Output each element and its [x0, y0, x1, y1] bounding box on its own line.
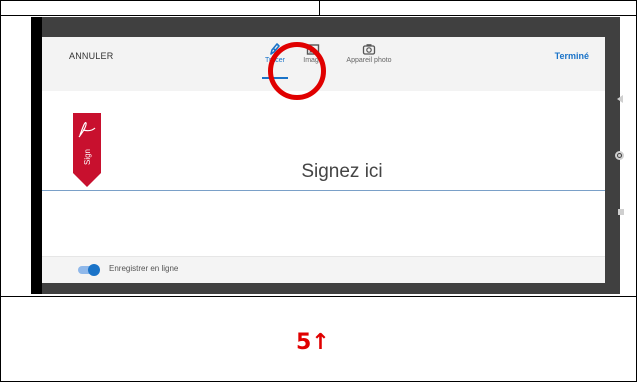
table-divider	[1, 296, 636, 297]
table-cell	[1, 1, 320, 16]
back-icon[interactable]	[617, 95, 623, 103]
recent-apps-icon[interactable]	[618, 209, 624, 215]
save-online-label: Enregistrer en ligne	[109, 264, 179, 273]
tab-camera[interactable]: Appareil photo	[335, 41, 403, 83]
save-online-toggle[interactable]	[78, 264, 100, 276]
done-button[interactable]: Terminé	[555, 51, 589, 61]
dialog-footer: Enregistrer en ligne	[42, 256, 605, 283]
toggle-knob	[88, 264, 100, 276]
highlight-circle	[268, 42, 326, 100]
table-cell	[320, 1, 636, 16]
home-icon[interactable]	[615, 151, 624, 160]
camera-icon	[335, 41, 403, 57]
cancel-button[interactable]: ANNULER	[69, 51, 113, 61]
device-screenshot: ANNULER Tracer Image Appareil photo Term…	[31, 17, 624, 294]
step-annotation: 5↑	[296, 330, 330, 355]
signature-canvas[interactable]	[42, 91, 605, 256]
tab-label: Appareil photo	[346, 57, 392, 64]
device-bezel	[31, 17, 42, 294]
